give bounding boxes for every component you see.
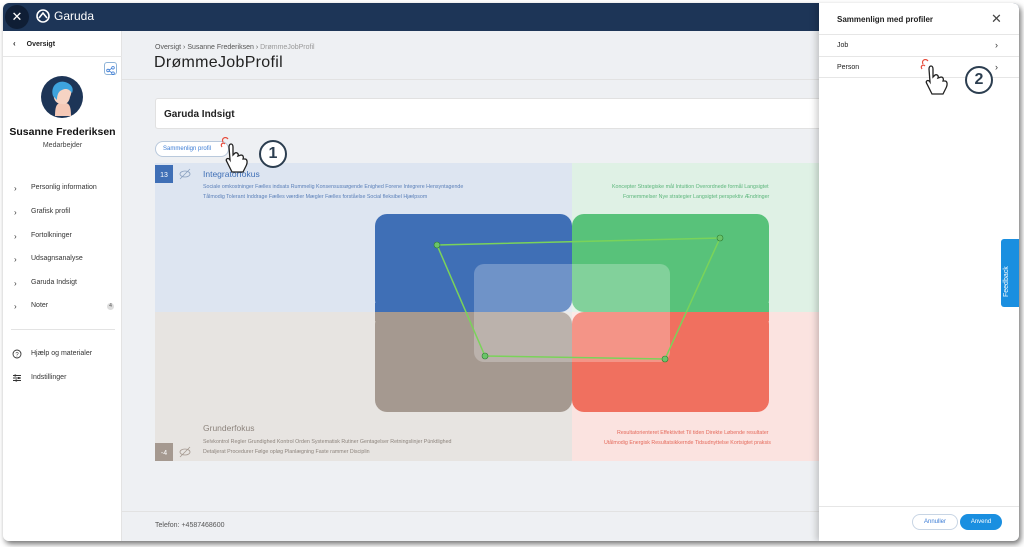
grunder-words-2: Detaljerat Procedurer Følge opløg Planlæ… [203, 449, 370, 455]
sidebar-item-udsagnsanalyse[interactable]: › Udsagnsanalyse [3, 254, 122, 268]
panel-title: Sammenlign med profiler [837, 15, 934, 24]
feedback-tab[interactable]: Feedback [1001, 239, 1019, 307]
integrator-words-1: Sociale omkostninger Fælles indsats Rumm… [203, 184, 463, 190]
sidebar-item-label: Fortolkninger [31, 232, 72, 239]
compare-profile-button[interactable]: Sammenlign profil [155, 141, 229, 157]
chevron-left-icon: ‹ [13, 39, 16, 48]
chevron-right-icon: › [995, 62, 998, 72]
back-to-overview-link[interactable]: ‹ Oversigt [3, 39, 122, 48]
grunder-words-1: Selvkontrol Regler Grundighed Kontrol Or… [203, 439, 452, 445]
quadrant-grey-square [375, 312, 387, 321]
annotation-marker-1: 1 [259, 140, 287, 168]
sidebar-item-label: Grafisk profil [31, 208, 71, 215]
page-title: DrømmeJobProfil [154, 54, 283, 71]
breadcrumb-item-current: DrømmeJobProfil [260, 44, 315, 51]
apply-button[interactable]: Anvend [960, 514, 1002, 530]
visionary-words-1: Koncepter Strategiske mål Intuition Over… [612, 183, 769, 190]
divider [122, 79, 822, 80]
chevron-right-icon: › [995, 40, 998, 50]
person-head-icon [52, 81, 73, 116]
breadcrumb-item-oversigt[interactable]: Oversigt [155, 44, 181, 51]
app-name: Garuda [54, 9, 95, 23]
grunder-title: Grunderfokus [203, 423, 255, 433]
close-app-button[interactable]: ✕ [5, 5, 29, 29]
integrator-words-2: Tålmodig Tolerant Inddrage Fælles værdie… [203, 193, 428, 200]
back-label: Oversigt [26, 41, 56, 48]
feedback-label: Feedback [1003, 266, 1010, 297]
visionary-words-2: Fornemmelser Nye strategier Langsigtet p… [623, 194, 770, 200]
divider [3, 56, 122, 57]
quadrant-blue-square [375, 303, 387, 312]
chevron-right-icon: › [14, 279, 17, 288]
sidebar-item-fortolkninger[interactable]: › Fortolkninger [3, 231, 122, 245]
sidebar-item-label: Udsagnsanalyse [31, 255, 83, 262]
settings-label: Indstillinger [31, 374, 67, 381]
sidebar-item-label: Personlig information [31, 184, 97, 191]
breadcrumb: Oversigt › Susanne Frederiksen › DrømmeJ… [155, 44, 315, 51]
garuda-logo[interactable]: Garuda [36, 9, 94, 23]
insight-title: Garuda Indsigt [164, 109, 235, 120]
grunder-badge-value: -4 [161, 450, 167, 457]
quadrant-green-square [757, 303, 769, 312]
chevron-right-icon: › [14, 184, 17, 193]
close-icon[interactable]: ✕ [991, 11, 1002, 27]
app-window: ✕ Garuda ‹ Oversigt Susanne Frederiksen … [3, 3, 1019, 541]
insight-card: Garuda Indsigt [155, 98, 825, 129]
garuda-logo-icon [36, 9, 50, 23]
sidebar-item-garuda-indsigt[interactable]: › Garuda Indsigt [3, 278, 122, 292]
help-circle-icon: ? [12, 349, 22, 359]
panel-option-label: Job [837, 42, 849, 49]
panel-option-label: Person [837, 64, 860, 71]
divider [819, 506, 1019, 507]
user-role: Medarbejder [42, 142, 83, 149]
user-name: Susanne Frederiksen [9, 126, 116, 138]
cancel-button[interactable]: Annuller [912, 514, 958, 530]
chevron-right-icon: › [14, 208, 17, 217]
profile-point [433, 241, 441, 249]
profile-point [481, 352, 489, 360]
sidebar: ‹ Oversigt Susanne Frederiksen Medarbejd… [3, 31, 122, 541]
breadcrumb-separator: › [255, 44, 259, 51]
chevron-right-icon: › [14, 302, 17, 311]
chevron-right-icon: › [14, 232, 17, 241]
pointer-hand-icon [920, 59, 948, 95]
sidebar-item-personlig-information[interactable]: › Personlig information [3, 183, 122, 197]
chevron-right-icon: › [14, 255, 17, 264]
breadcrumb-item-person[interactable]: Susanne Frederiksen [187, 44, 254, 51]
quadrant-red-square [757, 312, 769, 321]
inner-highlight [474, 264, 670, 362]
producer-words-2: Utålmodig Energisk Resultatsikkernde Tid… [604, 439, 771, 446]
profile-point [661, 355, 669, 363]
breadcrumb-separator: › [183, 44, 186, 51]
sidebar-item-noter[interactable]: › Noter 4 [3, 301, 122, 315]
integrator-badge-value: 13 [160, 172, 168, 179]
sidebar-item-grafisk-profil[interactable]: › Grafisk profil [3, 207, 122, 221]
divider [122, 511, 822, 512]
help-label: Hjælp og materialer [31, 350, 93, 357]
pointer-hand-icon [220, 137, 248, 173]
producer-words-1: Resultatorienteret Effektivitet Til tide… [617, 430, 769, 436]
sliders-icon [13, 374, 21, 382]
share-icon [106, 66, 115, 75]
quadrant-chart: 13 Integratorfokus Sociale omkostninger … [155, 163, 823, 461]
annotation-marker-2: 2 [965, 66, 993, 94]
divider [11, 329, 115, 330]
notes-count-badge: 4 [107, 303, 114, 310]
sidebar-item-label: Noter [31, 302, 49, 309]
profile-point [716, 234, 724, 242]
footer-phone: Telefon: +4587468600 [155, 522, 225, 529]
panel-option-job[interactable]: Job › [819, 34, 1019, 56]
sidebar-item-label: Garuda Indsigt [31, 279, 77, 286]
share-button[interactable] [104, 62, 117, 75]
avatar [41, 76, 83, 118]
